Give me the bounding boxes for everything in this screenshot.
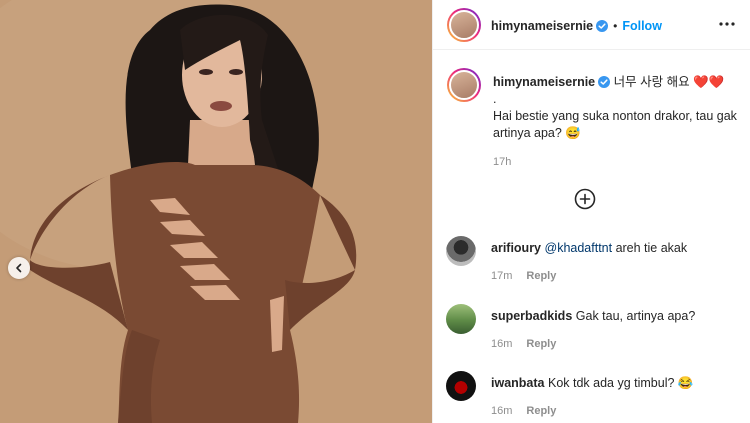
photo-image bbox=[0, 0, 432, 423]
post-side-panel: himynameisernie • Follow himynameisernie 너… bbox=[432, 0, 750, 423]
caption-text-line1: 너무 사랑 해요 ❤️❤️ bbox=[613, 75, 725, 89]
chevron-left-icon bbox=[16, 263, 22, 273]
caption-line-1: himynameisernie 너무 사랑 해요 ❤️❤️ bbox=[493, 74, 738, 91]
comment-time: 16m bbox=[491, 405, 513, 417]
header-user-line: himynameisernie • Follow bbox=[491, 17, 662, 35]
comment-time: 17m bbox=[491, 270, 513, 282]
author-avatar[interactable] bbox=[447, 8, 481, 42]
comment-username[interactable]: arifioury bbox=[491, 241, 541, 255]
comment-body: iwanbata Kok tdk ada yg timbul? 😂 bbox=[491, 375, 741, 391]
caption-avatar[interactable] bbox=[447, 68, 481, 102]
commenter-avatar[interactable] bbox=[446, 304, 476, 334]
caption-text-line2: . bbox=[493, 92, 497, 106]
plus-circle-icon[interactable] bbox=[574, 188, 596, 210]
caption-username[interactable]: himynameisernie bbox=[493, 75, 595, 89]
more-options-icon[interactable] bbox=[717, 16, 737, 32]
post-header: himynameisernie • Follow bbox=[433, 0, 750, 50]
comment-item: iwanbata Kok tdk ada yg timbul? 😂 16m Rep… bbox=[433, 371, 750, 423]
comment-body: superbadkids Gak tau, artinya apa? bbox=[491, 308, 741, 324]
instagram-post: himynameisernie • Follow himynameisernie 너… bbox=[0, 0, 750, 423]
comment-meta: 16m Reply bbox=[491, 405, 556, 417]
comment-meta: 16m Reply bbox=[491, 338, 556, 350]
commenter-avatar[interactable] bbox=[446, 371, 476, 401]
comment-body: arifioury @khadafttnt areh tie akak bbox=[491, 240, 741, 256]
reply-button[interactable]: Reply bbox=[526, 405, 556, 417]
header-separator: • bbox=[613, 19, 618, 33]
comment-username[interactable]: superbadkids bbox=[491, 309, 572, 323]
comment-time: 16m bbox=[491, 338, 513, 350]
follow-button[interactable]: Follow bbox=[622, 19, 662, 33]
verified-badge-icon bbox=[598, 76, 611, 88]
verified-badge-icon bbox=[596, 20, 609, 32]
comment-text: areh tie akak bbox=[612, 241, 688, 255]
comment-mention[interactable]: @khadafttnt bbox=[545, 241, 613, 255]
caption: himynameisernie 너무 사랑 해요 ❤️❤️ . Hai best… bbox=[493, 74, 738, 171]
comment-item: arifioury @khadafttnt areh tie akak 17m R… bbox=[433, 236, 750, 296]
comment-text: Gak tau, artinya apa? bbox=[575, 309, 696, 323]
commenter-avatar[interactable] bbox=[446, 236, 476, 266]
comment-text: Kok tdk ada yg timbul? 😂 bbox=[547, 376, 694, 390]
comment-meta: 17m Reply bbox=[491, 270, 556, 282]
prev-image-button[interactable] bbox=[8, 257, 30, 279]
reply-button[interactable]: Reply bbox=[526, 270, 556, 282]
reply-button[interactable]: Reply bbox=[526, 338, 556, 350]
header-username[interactable]: himynameisernie bbox=[491, 19, 593, 33]
comment-item: superbadkids Gak tau, artinya apa? 16m Re… bbox=[433, 304, 750, 364]
caption-time: 17h bbox=[493, 156, 512, 168]
caption-text-line3: Hai bestie yang suka nonton drakor, tau … bbox=[493, 109, 737, 140]
post-photo bbox=[0, 0, 432, 423]
comment-username[interactable]: iwanbata bbox=[491, 376, 545, 390]
